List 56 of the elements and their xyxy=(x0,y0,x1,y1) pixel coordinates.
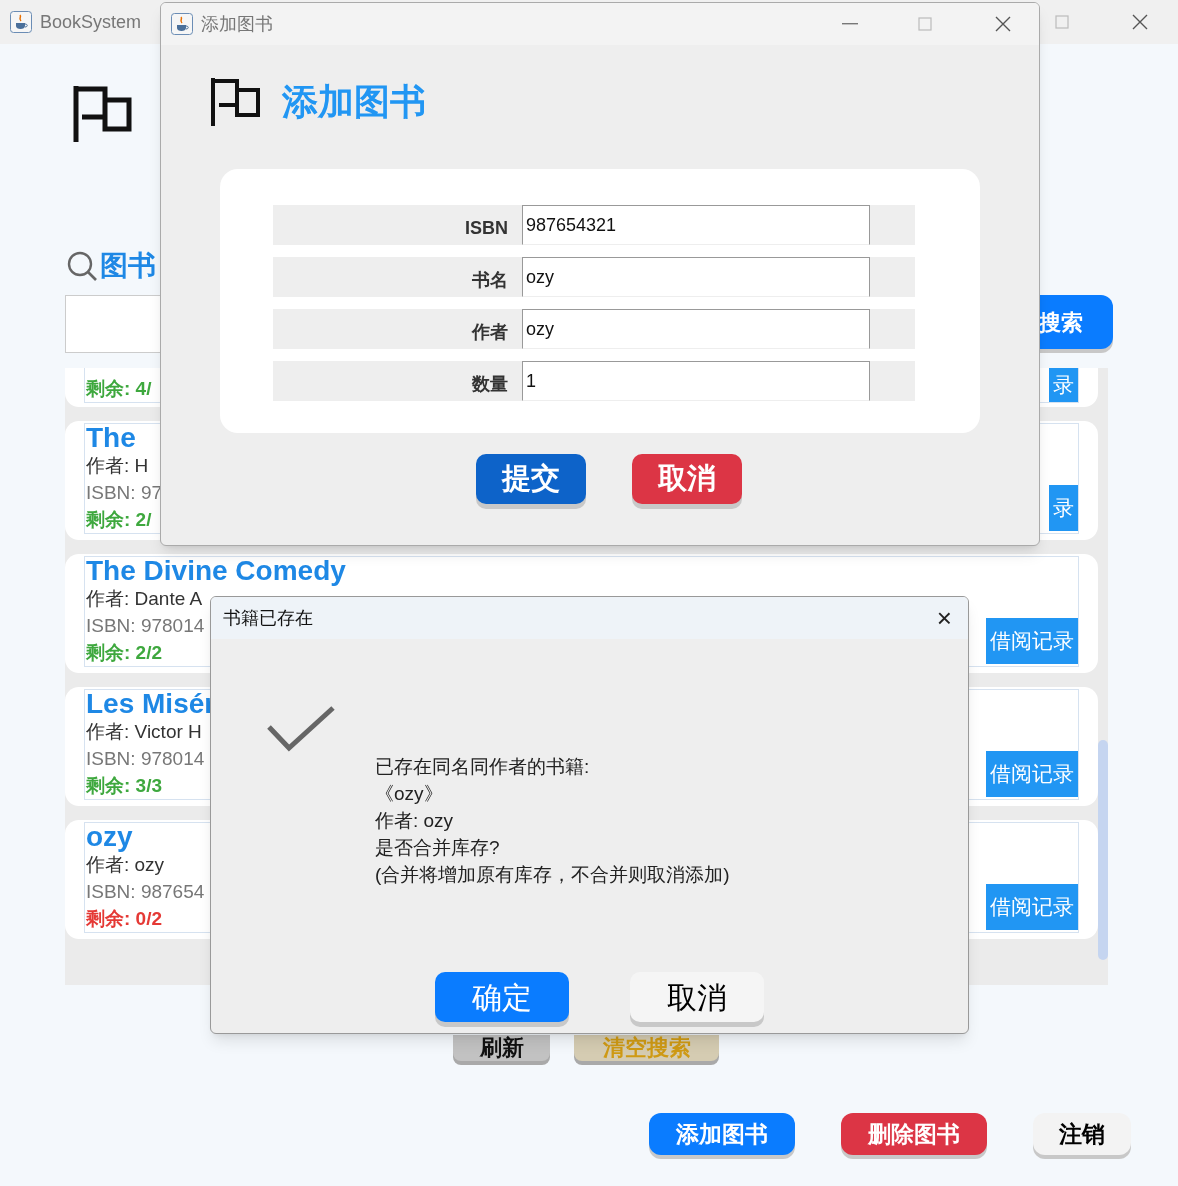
book-title[interactable]: ozy xyxy=(86,823,133,851)
message-text: 《ozy》 xyxy=(375,782,444,806)
search-icon xyxy=(66,250,98,282)
close-button[interactable]: × xyxy=(936,605,952,631)
window-title: 添加图书 xyxy=(201,12,273,36)
field-label: 作者 xyxy=(273,309,522,349)
field-label: ISBN xyxy=(273,205,522,245)
form-cell xyxy=(870,205,915,245)
scrollbar-thumb[interactable] xyxy=(1098,740,1108,960)
book-title[interactable]: The xyxy=(86,424,136,452)
book-stock: 剩余: 0/2 xyxy=(86,907,163,931)
form-cell xyxy=(870,257,915,297)
form-cell xyxy=(870,309,915,349)
message-text: (合并将增加原有库存，不合并则取消添加) xyxy=(375,863,731,887)
borrow-records-button[interactable]: 借阅记录 xyxy=(986,618,1078,664)
book-isbn: ISBN: 978014 xyxy=(86,747,205,771)
coffee-cup-icon xyxy=(10,11,32,33)
book-author: 作者: H xyxy=(86,454,149,478)
book-title[interactable]: The Divine Comedy xyxy=(86,557,346,585)
window-title: BookSystem xyxy=(40,10,142,34)
book-isbn: ISBN: 987654 xyxy=(86,880,205,904)
field-label: 书名 xyxy=(273,257,522,297)
text-field[interactable]: 1 xyxy=(522,361,870,401)
text-field[interactable]: 987654321 xyxy=(522,205,870,245)
close-icon[interactable] xyxy=(995,16,1011,32)
book-isbn: ISBN: 978014 xyxy=(86,614,205,638)
message-text: 已存在同名同作者的书籍: xyxy=(375,755,591,779)
coffee-cup-icon xyxy=(171,13,193,35)
borrow-records-button[interactable]: 录 xyxy=(1049,485,1078,531)
maximize-icon[interactable] xyxy=(1055,15,1069,29)
book-stock: 剩余: 4/ xyxy=(86,377,152,401)
message-text: 作者: ozy xyxy=(375,809,455,833)
search-heading: 图书 xyxy=(100,249,156,283)
book-author: 作者: Dante A xyxy=(86,587,203,611)
minimize-icon[interactable] xyxy=(842,23,858,25)
checkmark-icon xyxy=(267,705,335,753)
flag-icon xyxy=(72,84,132,144)
dialog-heading: 添加图书 xyxy=(282,80,426,124)
book-stock: 剩余: 2/2 xyxy=(86,641,163,665)
message-text: 是否合并库存? xyxy=(375,836,501,860)
close-icon[interactable] xyxy=(1132,14,1148,30)
book-author: 作者: ozy xyxy=(86,853,165,877)
flag-icon xyxy=(210,77,262,127)
book-author: 作者: Victor H xyxy=(86,720,202,744)
field-label: 数量 xyxy=(273,361,522,401)
borrow-records-button[interactable]: 录 xyxy=(1049,368,1078,402)
book-isbn: ISBN: 97 xyxy=(86,481,163,505)
text-field[interactable]: ozy xyxy=(522,309,870,349)
book-stock: 剩余: 3/3 xyxy=(86,774,163,798)
maximize-icon[interactable] xyxy=(918,17,932,31)
form-cell xyxy=(870,361,915,401)
borrow-records-button[interactable]: 借阅记录 xyxy=(986,751,1078,797)
dialog-title: 书籍已存在 xyxy=(223,606,313,630)
text-field[interactable]: ozy xyxy=(522,257,870,297)
borrow-records-button[interactable]: 借阅记录 xyxy=(986,884,1078,930)
book-stock: 剩余: 2/ xyxy=(86,508,152,532)
